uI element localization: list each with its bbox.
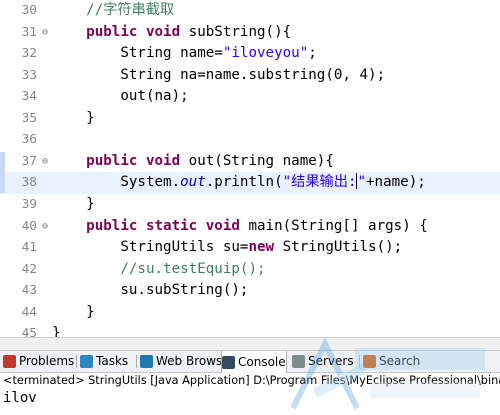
console-output-text: ilov xyxy=(3,390,37,406)
line-number: 44 xyxy=(21,304,37,320)
code-line[interactable]: 37 ⊖ public void out(String name){ xyxy=(0,151,500,173)
line-number: 34 xyxy=(21,89,37,105)
line-number: 40 xyxy=(21,218,37,234)
code-text: String na=name.substring(0, 4); xyxy=(52,66,386,83)
line-number: 41 xyxy=(21,240,37,256)
code-text: public void out(String name){ xyxy=(86,152,334,169)
line-number: 30 xyxy=(21,3,37,18)
code-text: String name="iloveyou"; xyxy=(52,45,317,62)
line-number: 31 xyxy=(21,24,37,40)
fold-toggle-icon[interactable]: ⊖ xyxy=(40,216,50,238)
code-text: out(na); xyxy=(52,88,189,105)
change-marker xyxy=(0,151,5,193)
line-number: 35 xyxy=(21,110,37,126)
line-number: 39 xyxy=(21,196,37,212)
tab-console[interactable]: Console xyxy=(221,351,287,373)
line-number: 32 xyxy=(21,46,37,62)
tab-problems[interactable]: Problems xyxy=(3,351,74,372)
code-line[interactable]: 44 } xyxy=(0,302,500,324)
tab-separator xyxy=(76,355,77,368)
code-text: } xyxy=(52,303,95,320)
line-number: 33 xyxy=(21,67,37,83)
tab-label: Problems xyxy=(19,354,75,368)
tab-tasks[interactable]: Tasks xyxy=(80,351,128,372)
code-line[interactable]: 31 ⊖ public void subString(){ xyxy=(0,22,500,44)
fold-toggle-icon[interactable]: ⊖ xyxy=(40,22,50,44)
code-line[interactable]: 39 } xyxy=(0,194,500,216)
code-line[interactable]: 30 //字符串截取 xyxy=(0,0,500,22)
tab-label: Tasks xyxy=(96,354,129,368)
tab-label: Console xyxy=(238,354,286,369)
line-number: 42 xyxy=(21,261,37,277)
console-icon xyxy=(222,355,235,369)
globe-icon xyxy=(140,355,153,368)
code-text: public static void main(String[] args) { xyxy=(86,217,428,234)
tab-separator xyxy=(136,355,137,368)
code-line[interactable]: 42 //su.testEquip(); xyxy=(0,259,500,281)
code-text: public void subString(){ xyxy=(86,23,292,40)
code-line[interactable]: 43 su.subString(); xyxy=(0,280,500,302)
fold-toggle-icon[interactable]: ⊖ xyxy=(40,151,50,173)
code-line[interactable]: 40 ⊖ public static void main(String[] arg… xyxy=(0,216,500,238)
code-line[interactable]: 32 String name="iloveyou"; xyxy=(0,43,500,65)
watermark-logo xyxy=(290,338,485,410)
line-number: 43 xyxy=(21,283,37,299)
code-text: } xyxy=(52,109,95,126)
code-line[interactable]: 41 StringUtils su=new StringUtils(); xyxy=(0,237,500,259)
code-text: //su.testEquip(); xyxy=(52,260,266,277)
tasks-icon xyxy=(80,355,93,368)
line-number: 38 xyxy=(21,175,37,191)
code-line[interactable]: 35 } xyxy=(0,108,500,130)
code-text: } xyxy=(52,195,95,212)
code-line[interactable]: 33 String na=name.substring(0, 4); xyxy=(0,65,500,87)
problems-icon xyxy=(3,355,16,368)
line-number: 36 xyxy=(21,132,37,148)
code-line[interactable]: 38 System.out.println("结果输出:"+name); xyxy=(0,172,500,194)
code-line[interactable]: 34 out(na); xyxy=(0,86,500,108)
line-number: 37 xyxy=(21,153,37,169)
code-text: su.subString(); xyxy=(52,282,249,299)
code-line[interactable]: 36 xyxy=(0,129,500,151)
code-text: StringUtils su=new StringUtils(); xyxy=(52,239,403,256)
code-text: System.out.println("结果输出:"+name); xyxy=(52,173,426,191)
code-editor[interactable]: 30 //字符串截取 31 ⊖ public void subString(){32… xyxy=(0,0,500,363)
code-text: //字符串截取 xyxy=(52,2,175,18)
